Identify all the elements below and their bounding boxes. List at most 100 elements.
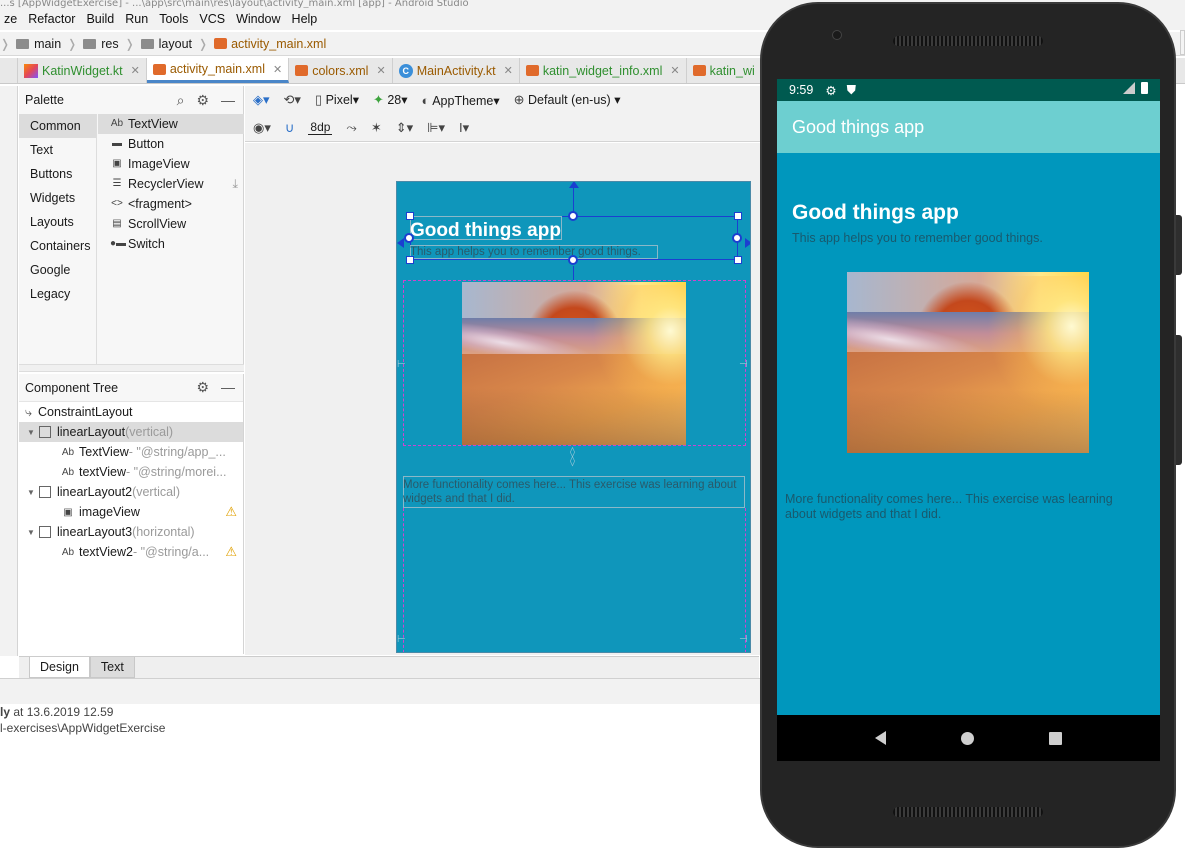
minimize-icon[interactable]: — — [221, 92, 235, 109]
side-scrollbar[interactable] — [1180, 30, 1185, 55]
clear-constraints-icon[interactable]: ⤳ — [346, 120, 356, 136]
palette-item-label: RecyclerView — [128, 177, 204, 191]
orientation-icon[interactable]: ⟲▾ — [284, 92, 301, 108]
menu-help[interactable]: Help — [288, 12, 325, 26]
palette-item-textview[interactable]: Ab TextView — [98, 114, 244, 134]
default-margin-selector[interactable]: 8dp — [308, 120, 333, 135]
home-icon[interactable] — [960, 731, 974, 745]
linearlayout3-bounds[interactable] — [403, 508, 746, 652]
resize-handle[interactable] — [734, 212, 742, 220]
menu-refactor-partial[interactable]: ze — [0, 12, 24, 26]
device-selector[interactable]: ▯ Pixel▾ — [315, 92, 359, 108]
search-icon[interactable]: ⌕ — [177, 92, 185, 109]
palette-category-containers[interactable]: Containers — [19, 234, 96, 258]
preview-more-text[interactable]: More functionality comes here... This ex… — [403, 478, 743, 506]
palette-item-switch[interactable]: ●▬ Switch — [98, 234, 244, 254]
tree-node-textview-more[interactable]: Ab textView - "@string/morei... — [19, 462, 243, 482]
palette-item-fragment[interactable]: <> <fragment> — [98, 194, 244, 214]
menu-refactor[interactable]: Refactor — [24, 12, 82, 26]
constraint-handle-left[interactable] — [404, 233, 414, 243]
expand-triangle-icon[interactable]: ▼ — [27, 428, 39, 437]
panel-splitter[interactable] — [19, 364, 244, 372]
tree-node-linearlayout2[interactable]: ▼ linearLayout2 (vertical) — [19, 482, 243, 502]
close-icon[interactable]: ✕ — [376, 64, 385, 77]
recents-icon[interactable] — [1049, 731, 1063, 745]
close-icon[interactable]: ✕ — [504, 64, 513, 77]
locale-selector[interactable]: ⊕ Default (en-us) ▾ — [514, 92, 621, 108]
breadcrumb-main[interactable]: main ❭ — [10, 37, 77, 51]
design-preview-screen[interactable]: Good things app This app helps you to re… — [396, 181, 751, 653]
breadcrumb-file[interactable]: activity_main.xml — [208, 37, 326, 51]
menu-run[interactable]: Run — [121, 12, 155, 26]
tab-katin-widget-info-xml[interactable]: katin_widget_info.xml ✕ — [520, 58, 687, 83]
magnet-icon[interactable]: ∪ — [285, 120, 295, 136]
palette-category-widgets[interactable]: Widgets — [19, 186, 96, 210]
tree-node-imageview[interactable]: ▣ imageView ⚠ — [19, 502, 243, 522]
palette-category-text[interactable]: Text — [19, 138, 96, 162]
power-button[interactable] — [1176, 215, 1182, 275]
palette-category-buttons[interactable]: Buttons — [19, 162, 96, 186]
constraint-handle-top[interactable] — [568, 211, 578, 221]
layers-icon[interactable]: ◈▾ — [253, 92, 270, 108]
gear-icon[interactable]: ⚙ — [196, 92, 209, 109]
palette-category-common[interactable]: Common — [19, 114, 96, 138]
tab-activity-main-xml[interactable]: activity_main.xml ✕ — [146, 58, 290, 83]
preview-subtitle[interactable]: This app helps you to remember good thin… — [410, 246, 641, 258]
breadcrumb-res[interactable]: res ❭ — [77, 37, 135, 51]
download-icon[interactable]: ⤓ — [232, 174, 238, 194]
tree-node-linearlayout[interactable]: ▼ linearLayout (vertical) — [19, 422, 243, 442]
menu-build[interactable]: Build — [82, 12, 121, 26]
infer-constraints-icon[interactable]: ✶ — [371, 120, 382, 136]
api-selector[interactable]: ✦ 28▾ — [373, 92, 408, 108]
beach-image[interactable] — [462, 282, 686, 445]
warning-icon[interactable]: ⚠ — [225, 504, 237, 520]
menu-window[interactable]: Window — [232, 12, 287, 26]
palette-item-button[interactable]: ▬ Button — [98, 134, 244, 154]
palette-category-legacy[interactable]: Legacy — [19, 282, 96, 306]
expand-triangle-icon[interactable]: ▼ — [27, 488, 39, 497]
volume-button[interactable] — [1176, 335, 1182, 465]
warning-icon[interactable]: ⚠ — [225, 544, 237, 560]
tab-label: activity_main.xml — [169, 62, 265, 76]
close-icon[interactable]: ✕ — [670, 64, 679, 77]
tree-node-textview[interactable]: Ab TextView - "@string/app_... — [19, 442, 243, 462]
palette-item-scrollview[interactable]: ▤ ScrollView — [98, 214, 244, 234]
theme-selector[interactable]: ◐ AppTheme▾ — [422, 93, 500, 108]
tree-node-label: imageView — [79, 505, 140, 519]
close-icon[interactable]: ✕ — [131, 64, 140, 77]
tab-katinwidget-kt[interactable]: KatinWidget.kt ✕ — [18, 58, 147, 83]
constraint-handle-right[interactable] — [732, 233, 742, 243]
tab-colors-xml[interactable]: colors.xml ✕ — [289, 58, 393, 83]
constraint-handle-bottom[interactable] — [568, 255, 578, 265]
menu-vcs[interactable]: VCS — [195, 12, 232, 26]
tree-node-textview2[interactable]: Ab textView2- "@string/a... ⚠ — [19, 542, 243, 562]
status-line-1: ly at 13.6.2019 12.59 — [0, 705, 113, 719]
palette-category-google[interactable]: Google — [19, 258, 96, 282]
gear-icon[interactable]: ⚙ — [196, 379, 209, 396]
align-icon[interactable]: ⊫▾ — [427, 120, 445, 136]
expand-triangle-icon[interactable]: ▼ — [27, 528, 39, 537]
close-icon[interactable]: ✕ — [273, 63, 282, 76]
status-line-1-bold: ly — [0, 705, 11, 719]
palette-item-imageview[interactable]: ▣ ImageView — [98, 154, 244, 174]
tab-text[interactable]: Text — [89, 657, 135, 678]
eye-icon[interactable]: ◉▾ — [253, 120, 271, 136]
resize-handle[interactable] — [734, 256, 742, 264]
resize-handle[interactable] — [406, 212, 414, 220]
tab-katin-wi[interactable]: katin_wi — [687, 58, 762, 83]
menu-tools[interactable]: Tools — [155, 12, 195, 26]
minimize-icon[interactable]: — — [221, 379, 235, 396]
breadcrumb-main-label: main — [34, 36, 62, 51]
tab-design[interactable]: Design — [29, 657, 90, 678]
palette-item-recyclerview[interactable]: ☰ RecyclerView ⤓ — [98, 174, 244, 194]
back-icon[interactable] — [874, 731, 886, 745]
guidelines-icon[interactable]: I▾ — [459, 120, 469, 136]
tree-node-constraintlayout[interactable]: ⤷ ConstraintLayout — [19, 402, 243, 422]
tab-mainactivity-kt[interactable]: C MainActivity.kt ✕ — [393, 58, 520, 83]
pack-icon[interactable]: ⇕▾ — [396, 120, 413, 136]
preview-title[interactable]: Good things app — [410, 220, 561, 242]
breadcrumb-layout[interactable]: layout ❭ — [135, 37, 208, 51]
tree-node-linearlayout3[interactable]: ▼ linearLayout3 (horizontal) — [19, 522, 243, 542]
resize-handle[interactable] — [406, 256, 414, 264]
palette-category-layouts[interactable]: Layouts — [19, 210, 96, 234]
